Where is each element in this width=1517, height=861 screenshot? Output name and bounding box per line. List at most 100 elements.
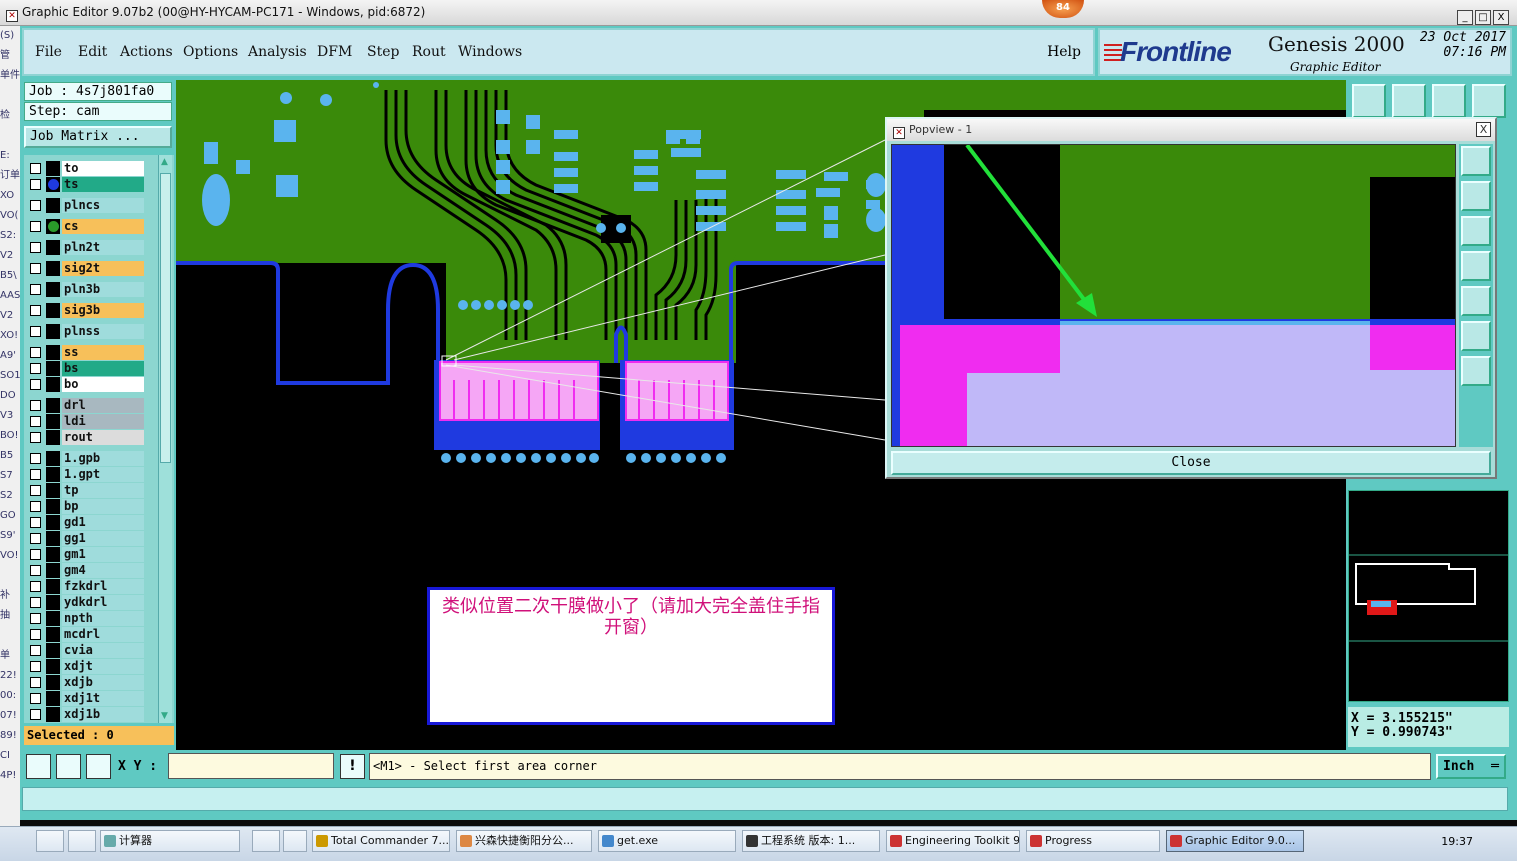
window-icon[interactable] [1472, 84, 1506, 118]
alert-button[interactable]: ! [340, 754, 365, 779]
layer-color-swatch[interactable] [46, 361, 60, 376]
layer-name[interactable]: ydkdrl [62, 595, 144, 610]
layer-row-1-gpt[interactable]: 1.gpt [26, 467, 144, 482]
layer-checkbox[interactable] [30, 400, 41, 411]
layer-color-swatch[interactable] [46, 499, 60, 514]
move-icon[interactable] [1461, 356, 1491, 386]
layer-checkbox[interactable] [30, 453, 41, 464]
system-clock[interactable]: 19:37 [1441, 835, 1473, 848]
layer-color-swatch[interactable] [46, 627, 60, 642]
layer-row-mcdrl[interactable]: mcdrl [26, 627, 144, 642]
layer-color-swatch[interactable] [46, 691, 60, 706]
maximize-button[interactable]: □ [1475, 10, 1491, 25]
open-icon[interactable] [1392, 84, 1426, 118]
layer-checkbox[interactable] [30, 221, 41, 232]
layer-name[interactable]: xdjt [62, 659, 144, 674]
layer-checkbox[interactable] [30, 363, 41, 374]
task-get-exe[interactable]: get.exe [598, 830, 736, 852]
layer-color-swatch[interactable] [46, 377, 60, 392]
layer-checkbox[interactable] [30, 677, 41, 688]
layer-checkbox[interactable] [30, 242, 41, 253]
layer-row-1-gpb[interactable]: 1.gpb [26, 451, 144, 466]
layer-checkbox[interactable] [30, 163, 41, 174]
layer-checkbox[interactable] [30, 200, 41, 211]
layer-color-swatch[interactable] [46, 515, 60, 530]
layer-row-to[interactable]: to [26, 161, 144, 176]
window-title-bar[interactable]: ✕ Graphic Editor 9.07b2 (00@HY-HYCAM-PC17… [0, 0, 1517, 26]
layer-name[interactable]: cs [62, 219, 144, 234]
layer-name[interactable]: bs [62, 361, 144, 376]
layer-name[interactable]: gm1 [62, 547, 144, 562]
popview-close-button[interactable]: Close [891, 451, 1491, 475]
layer-color-swatch[interactable] [46, 611, 60, 626]
menu-actions[interactable]: Actions [120, 44, 173, 60]
layer-color-swatch[interactable] [46, 161, 60, 176]
job-matrix-button[interactable]: Job Matrix ... [24, 126, 172, 148]
layer-name[interactable]: sig3b [62, 303, 144, 318]
task-graphic-editor[interactable]: Graphic Editor 9.0... [1166, 830, 1304, 852]
layer-color-swatch[interactable] [46, 261, 60, 276]
layer-row-plnss[interactable]: plnss [26, 324, 144, 339]
popview-canvas[interactable] [891, 144, 1456, 447]
layer-color-swatch[interactable] [46, 659, 60, 674]
layer-row-bs[interactable]: bs [26, 361, 144, 376]
layer-checkbox[interactable] [30, 565, 41, 576]
layer-checkbox[interactable] [30, 305, 41, 316]
layer-checkbox[interactable] [30, 661, 41, 672]
popview-zoom[interactable] [892, 145, 1456, 447]
menu-file[interactable]: File [35, 44, 62, 60]
layer-name[interactable]: bo [62, 377, 144, 392]
layer-color-swatch[interactable] [46, 563, 60, 578]
layer-name[interactable]: 1.gpt [62, 467, 144, 482]
layer-checkbox[interactable] [30, 709, 41, 720]
layer-color-swatch[interactable] [46, 414, 60, 429]
layer-row-sig2t[interactable]: sig2t [26, 261, 144, 276]
pan-right-icon[interactable] [1461, 286, 1491, 316]
layer-name[interactable]: cvia [62, 643, 144, 658]
layer-row-cvia[interactable]: cvia [26, 643, 144, 658]
layer-row-xdj1t[interactable]: xdj1t [26, 691, 144, 706]
quicklaunch-desktop-icon[interactable] [36, 830, 64, 852]
layer-checkbox[interactable] [30, 416, 41, 427]
layer-row-ts[interactable]: ts [26, 177, 144, 192]
layer-name[interactable]: tp [62, 483, 144, 498]
popview-close-icon[interactable]: X [1476, 122, 1491, 137]
layer-checkbox[interactable] [30, 581, 41, 592]
layer-checkbox[interactable] [30, 533, 41, 544]
layer-row-gd1[interactable]: gd1 [26, 515, 144, 530]
menu-rout[interactable]: Rout [412, 44, 446, 60]
layer-name[interactable]: drl [62, 398, 144, 413]
minimap-view[interactable] [1349, 491, 1508, 701]
layer-color-swatch[interactable] [46, 303, 60, 318]
task-engineering-system[interactable]: 工程系统 版本: 1... [742, 830, 880, 852]
layer-checkbox[interactable] [30, 501, 41, 512]
layer-color-swatch[interactable] [46, 430, 60, 445]
layer-row-fzkdrl[interactable]: fzkdrl [26, 579, 144, 594]
layer-checkbox[interactable] [30, 597, 41, 608]
xy-input[interactable] [168, 753, 334, 779]
layer-name[interactable]: plnss [62, 324, 144, 339]
close-button[interactable]: X [1493, 10, 1509, 25]
layer-color-swatch[interactable] [46, 595, 60, 610]
task-progress[interactable]: Progress [1026, 830, 1160, 852]
layer-checkbox[interactable] [30, 693, 41, 704]
layer-scrollbar[interactable]: ▲ ▼ [158, 155, 172, 723]
fit-icon[interactable] [1461, 321, 1491, 351]
layer-color-swatch[interactable] [46, 579, 60, 594]
minimap[interactable] [1348, 490, 1509, 702]
layer-color-swatch[interactable] [46, 675, 60, 690]
layer-name[interactable]: ldi [62, 414, 144, 429]
task-engineering-toolkit[interactable]: Engineering Toolkit 9... [886, 830, 1020, 852]
layer-row-gm4[interactable]: gm4 [26, 563, 144, 578]
menu-step[interactable]: Step [367, 44, 399, 60]
layer-color-swatch[interactable] [46, 398, 60, 413]
layer-name[interactable]: ss [62, 345, 144, 360]
layer-name[interactable]: mcdrl [62, 627, 144, 642]
layer-checkbox[interactable] [30, 485, 41, 496]
layer-name[interactable]: rout [62, 430, 144, 445]
zoom-out-icon[interactable] [1461, 181, 1491, 211]
layer-row-ss[interactable]: ss [26, 345, 144, 360]
layer-row-gm1[interactable]: gm1 [26, 547, 144, 562]
quicklaunch-refresh-icon[interactable] [252, 830, 280, 852]
layer-row-cs[interactable]: cs [26, 219, 144, 234]
